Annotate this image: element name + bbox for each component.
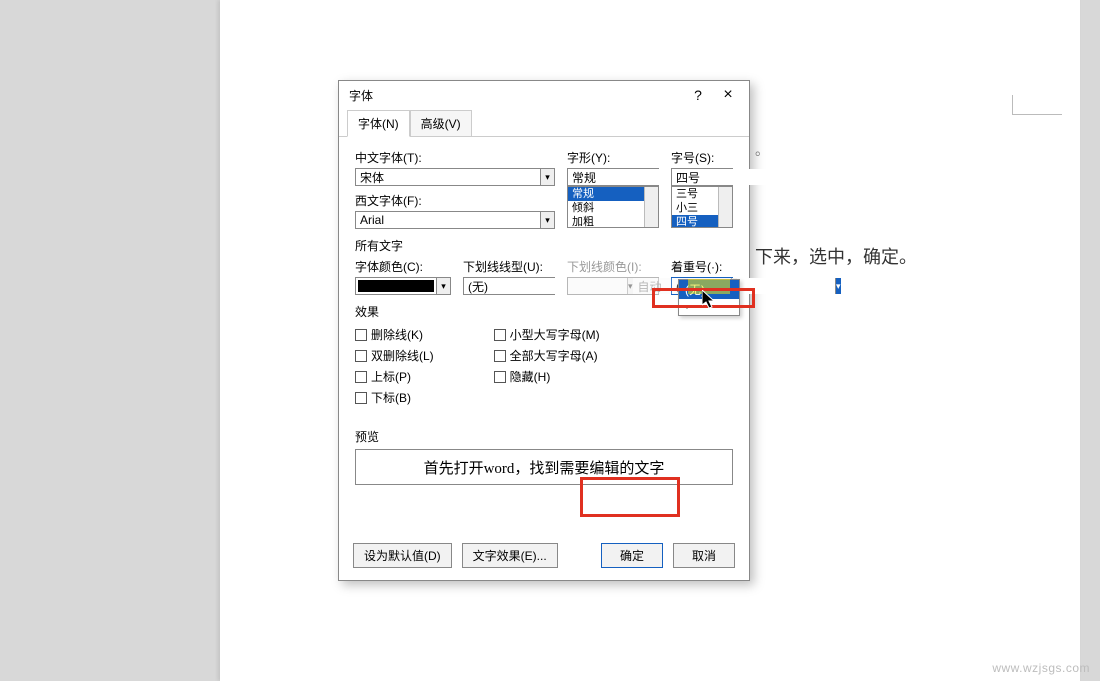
text-effects-button[interactable]: 文字效果(E)... (462, 543, 558, 568)
font-color-combo[interactable]: ▾ (355, 277, 451, 295)
section-all-text: 所有文字 (355, 237, 733, 254)
checkbox-hidden[interactable]: 隐藏(H) (494, 368, 600, 385)
close-button[interactable]: × (713, 86, 743, 104)
help-button[interactable]: ? (683, 87, 713, 103)
checkbox-double-strike[interactable]: 双删除线(L) (355, 347, 434, 364)
dialog-titlebar: 字体 ? × (339, 81, 749, 109)
checkbox-subscript[interactable]: 下标(B) (355, 389, 434, 406)
size-input[interactable] (672, 169, 835, 185)
page-corner-decoration (1012, 95, 1062, 115)
chinese-font-combo[interactable]: ▾ (355, 168, 555, 186)
western-font-input[interactable] (356, 212, 540, 228)
checkbox-strikethrough[interactable]: 删除线(K) (355, 326, 434, 343)
preview-text: 首先打开word，找到需要编辑的文字 (424, 457, 665, 478)
underline-style-combo[interactable]: ▾ (463, 277, 555, 295)
label-underline-color: 下划线颜色(I): (567, 258, 659, 275)
scrollbar[interactable] (718, 187, 732, 227)
dialog-tabs: 字体(N) 高级(V) (339, 109, 749, 137)
chevron-down-icon[interactable]: ▾ (540, 212, 554, 228)
underline-color-combo: ▾ (567, 277, 659, 295)
dropdown-option[interactable]: (无) (679, 280, 739, 299)
color-swatch (358, 280, 434, 292)
western-font-combo[interactable]: ▾ (355, 211, 555, 229)
style-input-combo[interactable] (567, 168, 659, 186)
cancel-button[interactable]: 取消 (673, 543, 735, 568)
preview-box: 首先打开word，找到需要编辑的文字 (355, 449, 733, 485)
watermark-text: www.wzjsgs.com (992, 661, 1090, 675)
label-emphasis: 着重号(·): (671, 258, 733, 275)
scrollbar[interactable] (644, 187, 658, 227)
size-listbox[interactable]: 三号 小三 四号 (671, 186, 733, 228)
section-effects: 效果 (355, 303, 733, 320)
tab-font[interactable]: 字体(N) (347, 110, 410, 137)
emphasis-dropdown[interactable]: (无) · (678, 279, 740, 316)
dropdown-option[interactable]: · (679, 299, 739, 315)
size-input-combo[interactable] (671, 168, 733, 186)
label-underline-style: 下划线线型(U): (463, 258, 555, 275)
label-western-font: 西文字体(F): (355, 192, 555, 209)
font-dialog: 字体 ? × 字体(N) 高级(V) 中文字体(T): ▾ 西文字体(F): ▾ (338, 80, 750, 581)
set-default-button[interactable]: 设为默认值(D) (353, 543, 452, 568)
label-size: 字号(S): (671, 149, 733, 166)
chevron-down-icon[interactable]: ▾ (540, 169, 554, 185)
label-font-color: 字体颜色(C): (355, 258, 451, 275)
chinese-font-input[interactable] (356, 169, 540, 185)
chevron-down-icon[interactable]: ▾ (835, 278, 841, 294)
checkbox-smallcaps[interactable]: 小型大写字母(M) (494, 326, 600, 343)
label-style: 字形(Y): (567, 149, 659, 166)
document-body-text: 下来，选中，确定。 (755, 243, 917, 269)
chevron-down-icon[interactable]: ▾ (436, 278, 450, 294)
checkbox-allcaps[interactable]: 全部大写字母(A) (494, 347, 600, 364)
paragraph-marker: 。 (755, 140, 769, 160)
dialog-button-bar: 设为默认值(D) 文字效果(E)... 确定 取消 (339, 533, 749, 580)
style-listbox[interactable]: 常规 倾斜 加粗 (567, 186, 659, 228)
ok-button[interactable]: 确定 (601, 543, 663, 568)
tab-advanced[interactable]: 高级(V) (410, 110, 472, 137)
dialog-body: 中文字体(T): ▾ 西文字体(F): ▾ 字形(Y): 常规 (339, 137, 749, 533)
label-chinese-font: 中文字体(T): (355, 149, 555, 166)
dialog-title: 字体 (349, 87, 683, 104)
checkbox-superscript[interactable]: 上标(P) (355, 368, 434, 385)
section-preview: 预览 (355, 428, 733, 445)
